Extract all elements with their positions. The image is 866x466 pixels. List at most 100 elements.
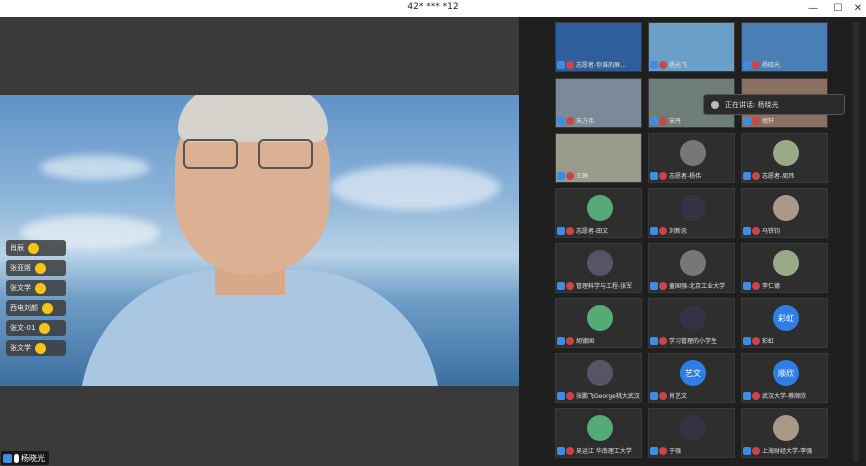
participant-name: 杨晓光: [762, 62, 781, 69]
user-icon: [650, 446, 658, 455]
participant-tile[interactable]: 马铁钧: [741, 188, 828, 238]
participant-tile[interactable]: 杨晓光: [741, 22, 828, 72]
participant-name-tag: 杨光飞: [650, 59, 733, 70]
muted-mic-icon: [566, 171, 574, 180]
speaker-icon: [711, 100, 719, 109]
user-icon: [743, 171, 751, 180]
participant-tile[interactable]: 吴运江 华南理工大学: [555, 408, 642, 458]
participant-name: 童国强-北京工业大学: [669, 283, 726, 290]
participant-tile[interactable]: 管理科学与工程-张军: [555, 243, 642, 293]
participant-name: 杨光飞: [669, 62, 688, 69]
participant-avatar: [680, 415, 706, 441]
participant-name-tag: 上海财经大学-李强: [743, 445, 826, 456]
user-icon: [650, 226, 658, 235]
participant-tile[interactable]: 志愿者-周玮: [741, 133, 828, 183]
participant-name-tag: 彩虹: [743, 335, 826, 346]
participant-avatar: [773, 415, 799, 441]
participant-tile[interactable]: 艺文 肖艺文: [648, 353, 735, 403]
user-icon: [650, 336, 658, 345]
muted-mic-icon: [659, 226, 667, 235]
reaction-item: 肖辰: [6, 240, 66, 256]
clap-icon: [39, 322, 51, 334]
participant-tile[interactable]: 李仁德: [741, 243, 828, 293]
participant-name-tag: 李仁德: [743, 280, 826, 291]
participant-tile[interactable]: 张鹏飞George桃大武汉...: [555, 353, 642, 403]
close-button[interactable]: ✕: [850, 1, 866, 16]
muted-mic-icon: [566, 281, 574, 290]
clap-icon: [28, 242, 39, 254]
user-icon: [743, 116, 751, 125]
participant-name-tag: 童国强-北京工业大学: [650, 280, 733, 291]
main-video-name-tag: 杨晓光: [1, 451, 49, 465]
participant-name-tag: 吴运江 华南理工大学: [557, 445, 640, 456]
user-icon: [650, 116, 658, 125]
participant-avatar: [587, 360, 613, 386]
user-icon: [743, 281, 751, 290]
muted-mic-icon: [566, 226, 574, 235]
muted-mic-icon: [659, 171, 667, 180]
main-video[interactable]: [0, 95, 519, 386]
muted-mic-icon: [752, 281, 760, 290]
muted-mic-icon: [752, 60, 760, 69]
participant-tile[interactable]: 顺欣 武汉大学-蔡顺欣: [741, 353, 828, 403]
user-icon: [743, 60, 751, 69]
reaction-item: 张亚姬: [6, 260, 66, 276]
participant-tile[interactable]: 志愿者-你谁的屏...: [555, 22, 642, 72]
participant-tile[interactable]: 朱方伟: [555, 78, 642, 128]
user-icon: [650, 391, 658, 400]
gallery-scrollbar[interactable]: [853, 22, 859, 462]
participant-name: 宋丹: [669, 118, 682, 125]
user-icon: [557, 171, 565, 180]
participant-tile[interactable]: 上海财经大学-李强: [741, 408, 828, 458]
participant-avatar: [773, 250, 799, 276]
muted-mic-icon: [566, 446, 574, 455]
participant-name-tag: 志愿者-杨伟: [650, 170, 733, 181]
participant-name: 彩虹: [762, 338, 775, 345]
participant-name-tag: 王峥: [557, 170, 640, 181]
window-title: 42* *** *12: [407, 2, 459, 12]
participant-avatar: 顺欣: [773, 360, 799, 386]
participant-avatar: [773, 195, 799, 221]
participant-tile[interactable]: 童国强-北京工业大学: [648, 243, 735, 293]
muted-mic-icon: [566, 391, 574, 400]
user-icon: [743, 226, 751, 235]
user-icon: [743, 336, 751, 345]
user-icon: [557, 226, 565, 235]
participant-tile[interactable]: 彩虹 彩虹: [741, 298, 828, 348]
participant-name-tag: 志愿者-你谁的屏...: [557, 59, 640, 70]
maximize-button[interactable]: ☐: [830, 1, 846, 16]
user-icon: [557, 391, 565, 400]
participant-name: 志愿者-田文: [576, 228, 609, 235]
participant-tile[interactable]: 刘新忠: [648, 188, 735, 238]
participant-tile[interactable]: 学习管理的小学生: [648, 298, 735, 348]
speaker-hair: [178, 95, 328, 142]
participant-tile[interactable]: 胡德国: [555, 298, 642, 348]
participant-name: 于强: [669, 448, 682, 455]
muted-mic-icon: [752, 336, 760, 345]
clap-icon: [42, 302, 53, 314]
participant-tile[interactable]: 王峥: [555, 133, 642, 183]
participant-name: 张鹏飞George桃大武汉...: [576, 393, 640, 400]
minimize-button[interactable]: —: [805, 1, 821, 16]
user-icon: [557, 281, 565, 290]
participant-name-tag: 马铁钧: [743, 225, 826, 236]
participant-avatar: 彩虹: [773, 305, 799, 331]
participant-name: 学习管理的小学生: [669, 338, 718, 345]
participant-name: 上海财经大学-李强: [762, 448, 813, 455]
participant-tile[interactable]: 于强: [648, 408, 735, 458]
user-icon: [743, 446, 751, 455]
muted-mic-icon: [659, 391, 667, 400]
participant-tile[interactable]: 志愿者-杨伟: [648, 133, 735, 183]
participant-name: 刘新忠: [669, 228, 688, 235]
participant-name: 肖艺文: [669, 393, 688, 400]
muted-mic-icon: [566, 60, 574, 69]
glasses-right: [258, 139, 313, 169]
participant-name: 志愿者-杨伟: [669, 173, 702, 180]
participant-name: 志愿者-你谁的屏...: [576, 62, 626, 69]
participant-avatar: [680, 305, 706, 331]
participant-avatar: [587, 250, 613, 276]
participant-tile[interactable]: 志愿者-田文: [555, 188, 642, 238]
participant-avatar: [680, 195, 706, 221]
user-icon: [557, 116, 565, 125]
participant-tile[interactable]: 杨光飞: [648, 22, 735, 72]
